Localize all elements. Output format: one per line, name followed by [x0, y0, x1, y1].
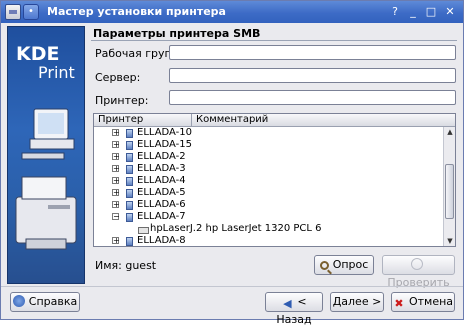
server-icon	[124, 164, 134, 174]
app-icon[interactable]	[5, 4, 21, 20]
help-button-label: Справка	[28, 295, 78, 308]
tree-item-label: hpLaserJ.2 hp LaserJet 1320 PCL 6	[150, 223, 322, 234]
username-label: Имя: guest	[95, 259, 157, 272]
expand-icon[interactable]: +	[112, 177, 120, 185]
server-icon	[124, 200, 134, 210]
server-label: Сервер:	[95, 71, 141, 84]
printer-input[interactable]	[169, 90, 456, 105]
help-button[interactable]: Справка	[10, 292, 80, 312]
tree-item-label: ELLADA-2	[137, 151, 186, 162]
tree-item[interactable]: + ELLADA-8	[94, 235, 444, 246]
page-title: Параметры принтера SMB	[93, 27, 261, 40]
minimize-icon[interactable]: _	[405, 4, 421, 20]
tree-item[interactable]: + ELLADA-2	[94, 151, 444, 163]
help-icon[interactable]: ?	[387, 4, 403, 20]
query-button-label: Опрос	[332, 258, 369, 271]
cancel-button[interactable]: ✖ Отмена	[391, 292, 455, 312]
expand-icon[interactable]: +	[112, 165, 120, 173]
column-printer[interactable]: Принтер	[94, 114, 192, 127]
tree-item[interactable]: + ELLADA-4	[94, 175, 444, 187]
tree-item-printer[interactable]: hpLaserJ.2 hp LaserJet 1320 PCL 6	[94, 223, 444, 235]
help-circle-icon	[12, 295, 25, 307]
maximize-icon[interactable]: □	[423, 4, 439, 20]
tree-item[interactable]: + ELLADA-5	[94, 187, 444, 199]
cancel-button-label: Отмена	[408, 295, 454, 308]
window-title: Мастер установки принтера	[47, 5, 226, 18]
pin-icon[interactable]: •	[23, 4, 39, 20]
tree-item-label: ELLADA-5	[137, 187, 186, 198]
tree-item-label: ELLADA-7	[137, 211, 186, 222]
expand-icon[interactable]: +	[112, 201, 120, 209]
tree-item[interactable]: + ELLADA-6	[94, 199, 444, 211]
server-icon	[124, 128, 134, 138]
browse-button[interactable]: Проверить	[382, 255, 455, 289]
back-arrow-icon: ◀	[283, 297, 292, 310]
tree-item[interactable]: + ELLADA-15	[94, 139, 444, 151]
query-button[interactable]: Опрос	[314, 255, 374, 275]
scroll-down-icon[interactable]: ▼	[445, 236, 455, 246]
server-icon	[124, 176, 134, 186]
scroll-up-icon[interactable]: ▲	[445, 127, 455, 137]
expand-icon[interactable]: +	[112, 237, 120, 245]
printer-illustration-icon	[15, 108, 77, 250]
expand-icon[interactable]: +	[112, 141, 120, 149]
magnifier-icon	[319, 261, 329, 270]
scroll-thumb[interactable]	[445, 164, 454, 219]
disabled-icon	[410, 258, 423, 270]
server-icon	[124, 236, 134, 246]
tree-item[interactable]: + ELLADA-3	[94, 163, 444, 175]
smb-printer-tree[interactable]: Принтер Комментарий + ELLADA-10 + ELLADA…	[93, 113, 456, 247]
next-button[interactable]: Далее >	[330, 292, 384, 312]
tree-item[interactable]: + ELLADA-10	[94, 127, 444, 139]
tree-item-label: ELLADA-6	[137, 199, 186, 210]
wizard-sidebar-image: KDE Print	[7, 26, 85, 284]
tree-header: Принтер Комментарий	[94, 114, 455, 127]
expand-icon[interactable]: +	[112, 153, 120, 161]
server-icon	[124, 212, 134, 222]
tree-item[interactable]: − ELLADA-7	[94, 211, 444, 223]
printer-icon	[138, 224, 149, 234]
tree-item-label: ELLADA-10	[137, 127, 193, 138]
printer-label: Принтер:	[95, 94, 149, 107]
column-comment[interactable]: Комментарий	[192, 114, 442, 127]
cancel-x-icon: ✖	[394, 297, 404, 310]
collapse-icon[interactable]: −	[112, 213, 120, 221]
server-icon	[124, 188, 134, 198]
next-button-label: Далее >	[332, 295, 382, 308]
title-bar[interactable]: • Мастер установки принтера ? _ □ ✕	[1, 1, 463, 23]
server-icon	[124, 140, 134, 150]
workgroup-input[interactable]	[169, 45, 456, 60]
close-icon[interactable]: ✕	[442, 4, 458, 20]
browse-button-label: Проверить	[387, 276, 450, 289]
button-bar-divider	[1, 286, 463, 287]
expand-icon[interactable]: +	[112, 129, 120, 137]
tree-item-label: ELLADA-8	[137, 235, 186, 246]
server-input[interactable]	[169, 68, 456, 83]
tree-item-label: ELLADA-15	[137, 139, 193, 150]
heading-divider	[91, 40, 457, 41]
expand-icon[interactable]: +	[112, 189, 120, 197]
printer-wizard-window: • Мастер установки принтера ? _ □ ✕ KDE …	[0, 0, 464, 326]
tree-scrollbar[interactable]: ▲ ▼	[443, 127, 455, 246]
tree-item-label: ELLADA-4	[137, 175, 186, 186]
server-icon	[124, 152, 134, 162]
tree-item-label: ELLADA-3	[137, 163, 186, 174]
back-button[interactable]: ◀ < Назад	[265, 292, 323, 326]
